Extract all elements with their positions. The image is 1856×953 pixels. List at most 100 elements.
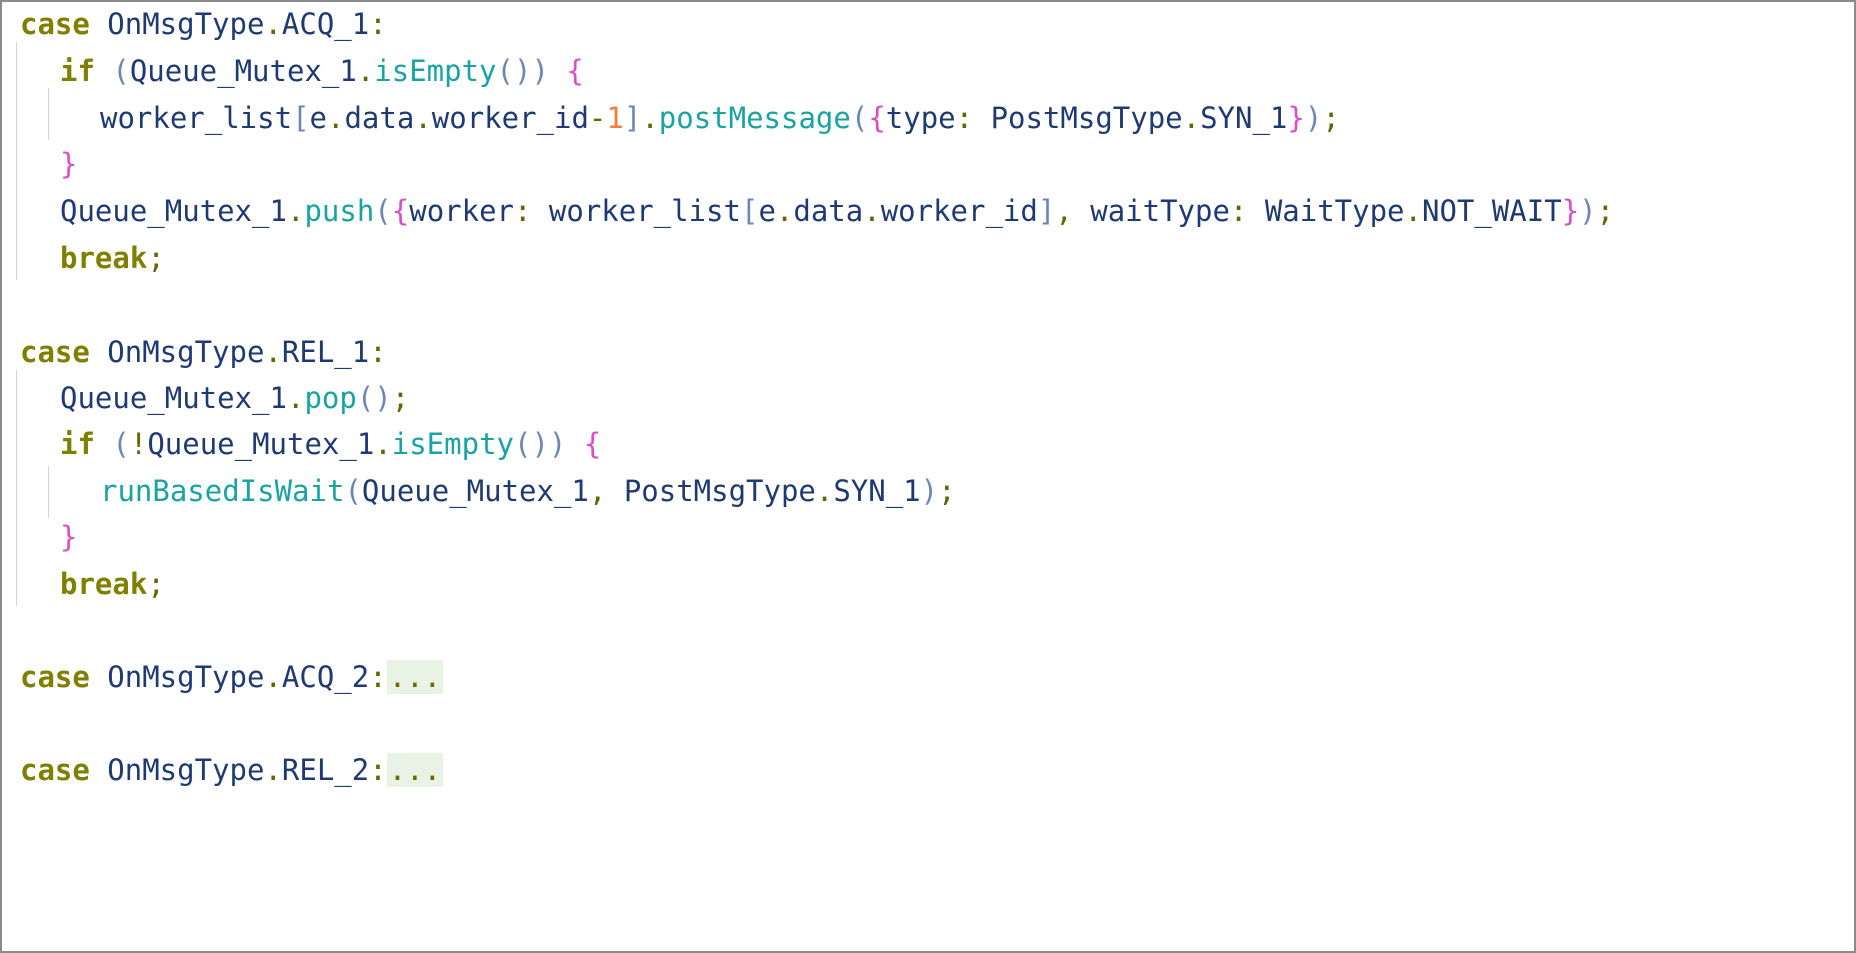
code-line: } — [60, 144, 77, 184]
indent-guide — [48, 466, 49, 518]
code-line: if (Queue_Mutex_1.isEmpty()) { — [60, 51, 584, 91]
code-line: case OnMsgType.REL_1: — [20, 332, 387, 372]
code-token: SYN_1 — [1200, 101, 1288, 135]
code-token: { — [548, 54, 584, 88]
code-token: Queue_Mutex_1 — [361, 474, 589, 508]
code-token: 1 — [606, 101, 624, 135]
code-token: ) — [531, 54, 549, 88]
code-token: ; — [391, 381, 410, 415]
code-token: : — [369, 7, 387, 41]
code-token: ! — [129, 427, 148, 461]
indent-guide — [48, 88, 49, 140]
code-token: e — [309, 101, 327, 135]
code-token: . — [374, 427, 392, 461]
code-line: Queue_Mutex_1.pop(); — [60, 378, 409, 418]
code-token: , — [588, 474, 624, 508]
code-token: : — [1229, 194, 1265, 228]
code-token: ) — [1579, 194, 1597, 228]
code-token: . — [1404, 194, 1422, 228]
code-token: OnMsgType — [89, 660, 265, 694]
code-token: : — [369, 335, 387, 369]
code-token: push — [304, 194, 375, 228]
code-token: pop — [304, 381, 357, 415]
code-token: . — [286, 381, 305, 415]
code-line: runBasedIsWait(Queue_Mutex_1, PostMsgTyp… — [100, 471, 956, 511]
code-token: ( — [94, 427, 130, 461]
code-token: ( — [344, 474, 362, 508]
code-line: case OnMsgType.ACQ_1: — [20, 4, 387, 44]
code-token: { — [391, 194, 410, 228]
code-token: : — [369, 753, 387, 787]
code-token: ( — [850, 101, 869, 135]
code-token: . — [775, 194, 794, 228]
indent-guide — [16, 42, 17, 280]
code-token: Queue_Mutex_1 — [60, 194, 287, 228]
code-token: - — [588, 101, 607, 135]
code-token: } — [60, 520, 78, 554]
code-token: ( — [94, 54, 130, 88]
code-token: ) — [1304, 101, 1323, 135]
code-token: worker — [409, 194, 514, 228]
code-token: () — [513, 427, 549, 461]
code-token: . — [863, 194, 881, 228]
code-token: () — [356, 381, 392, 415]
code-token: } — [1561, 194, 1580, 228]
code-token: { — [868, 101, 886, 135]
code-token: , — [1055, 194, 1091, 228]
code-token: ACQ_2 — [281, 660, 370, 694]
code-token: () — [496, 54, 532, 88]
code-token: . — [264, 753, 282, 787]
code-token: ] — [1037, 194, 1056, 228]
code-token: ; — [147, 567, 165, 601]
code-line: if (!Queue_Mutex_1.isEmpty()) { — [60, 424, 601, 464]
code-token: if — [60, 427, 95, 461]
code-token: : — [955, 101, 991, 135]
code-editor: case OnMsgType.ACQ_1: if (Queue_Mutex_1.… — [2, 2, 1854, 951]
code-token: [ — [740, 194, 759, 228]
code-token: OnMsgType — [89, 335, 265, 369]
code-token: . — [327, 101, 345, 135]
code-token: worker_id — [431, 101, 589, 135]
code-token: ; — [147, 241, 165, 275]
code-token: worker_list — [100, 101, 293, 135]
code-token: isEmpty — [391, 427, 514, 461]
code-token: . — [264, 335, 282, 369]
code-token: . — [815, 474, 834, 508]
code-token: } — [1287, 101, 1305, 135]
code-token: waitType — [1090, 194, 1230, 228]
code-token: case — [20, 335, 90, 369]
code-token: case — [20, 660, 90, 694]
code-token: . — [641, 101, 659, 135]
code-token: break — [60, 567, 148, 601]
code-token: data — [793, 194, 864, 228]
code-token: worker_list — [548, 194, 741, 228]
code-token: . — [356, 54, 375, 88]
folded-region-marker[interactable]: ... — [386, 660, 444, 694]
code-token: worker_id — [880, 194, 1038, 228]
code-token: case — [20, 7, 90, 41]
code-token: PostMsgType — [623, 474, 816, 508]
code-token: PostMsgType — [990, 101, 1183, 135]
code-token: : — [514, 194, 549, 228]
code-token: ; — [938, 474, 956, 508]
code-line: worker_list[e.data.worker_id-1].postMess… — [100, 98, 1340, 138]
code-line: } — [60, 517, 77, 557]
code-token: WaitType — [1264, 194, 1405, 228]
code-token: isEmpty — [374, 54, 497, 88]
folded-region-marker[interactable]: ... — [386, 753, 444, 787]
code-token: if — [60, 54, 95, 88]
code-token: REL_2 — [281, 753, 370, 787]
code-token: case — [20, 753, 90, 787]
code-line: break; — [60, 564, 165, 604]
code-token: { — [566, 427, 602, 461]
code-token: break — [60, 241, 148, 275]
code-token: runBasedIsWait — [100, 474, 345, 508]
code-token: type — [885, 101, 956, 135]
code-token: . — [264, 660, 282, 694]
code-line-folded[interactable]: case OnMsgType.ACQ_2:... — [20, 657, 444, 697]
code-token: SYN_1 — [833, 474, 921, 508]
code-token: NOT_WAIT — [1422, 194, 1562, 228]
code-token: } — [60, 147, 78, 181]
code-token: : — [369, 660, 387, 694]
code-line-folded[interactable]: case OnMsgType.REL_2:... — [20, 750, 444, 790]
